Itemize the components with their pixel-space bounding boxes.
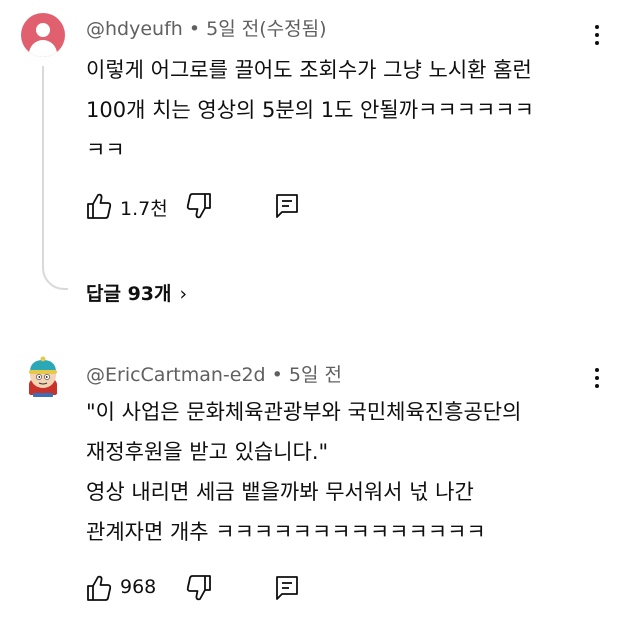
author-name[interactable]: @EricCartman-e2d (86, 364, 266, 386)
comment-line: ㅋㅋ (86, 138, 125, 162)
comment-text: "이 사업은 문화체육관광부와 국민체육진흥공단의 재정후원을 받고 있습니다.… (86, 392, 521, 552)
thumb-up-icon[interactable] (86, 574, 112, 602)
comment-text: 이렇게 어그로를 끌어도 조회수가 그냥 노시환 홈런 100개 치는 영상의 … (86, 50, 534, 170)
reply-icon[interactable] (274, 574, 300, 602)
reply-icon[interactable] (274, 192, 300, 220)
like-count: 1.7천 (120, 198, 168, 220)
comment-actions: 968 (86, 572, 326, 606)
thumb-up-icon[interactable] (86, 192, 112, 220)
more-vert-icon[interactable] (588, 366, 606, 390)
comment-line: 영상 내리면 세금 뱉을까봐 무서워서 넋 나간 (86, 480, 474, 504)
comment-time[interactable]: 5일 전 (289, 364, 342, 386)
more-vert-icon[interactable] (588, 23, 606, 47)
avatar-head (36, 23, 50, 37)
thumb-down-icon[interactable] (186, 574, 212, 602)
cartman-avatar-icon[interactable] (21, 355, 65, 399)
comment-line: "이 사업은 문화체육관광부와 국민체육진흥공단의 (86, 400, 522, 424)
avatar-body (29, 40, 57, 57)
comment-meta: @hdyeufh • 5일 전(수정됨) (86, 14, 326, 41)
comment-line: 이렇게 어그로를 끌어도 조회수가 그냥 노시환 홈런 (86, 58, 532, 82)
meta-separator: • (271, 364, 283, 386)
comment-line: 재정후원을 받고 있습니다." (86, 440, 329, 464)
comment-time[interactable]: 5일 전(수정됨) (206, 18, 326, 40)
like-count: 968 (120, 576, 157, 598)
meta-separator: • (188, 18, 201, 40)
replies-label: 답글 93개 (86, 283, 172, 305)
view-replies-button[interactable]: 답글 93개 › (86, 279, 187, 306)
comment-meta: @EricCartman-e2d • 5일 전 (86, 360, 342, 387)
chevron-right-icon: › (179, 283, 188, 305)
thread-line (42, 66, 68, 290)
comment-line: 관계자면 개추 ㅋㅋㅋㅋㅋㅋㅋㅋㅋㅋㅋㅋㅋㅋ (86, 520, 486, 544)
author-name[interactable]: @hdyeufh (86, 18, 183, 40)
thumb-down-icon[interactable] (186, 192, 212, 220)
default-avatar-icon[interactable] (21, 13, 65, 57)
comment-actions: 1.7천 (86, 190, 326, 224)
comment-line: 100개 치는 영상의 5분의 1도 안될까ㅋㅋㅋㅋㅋㅋ (86, 98, 534, 122)
